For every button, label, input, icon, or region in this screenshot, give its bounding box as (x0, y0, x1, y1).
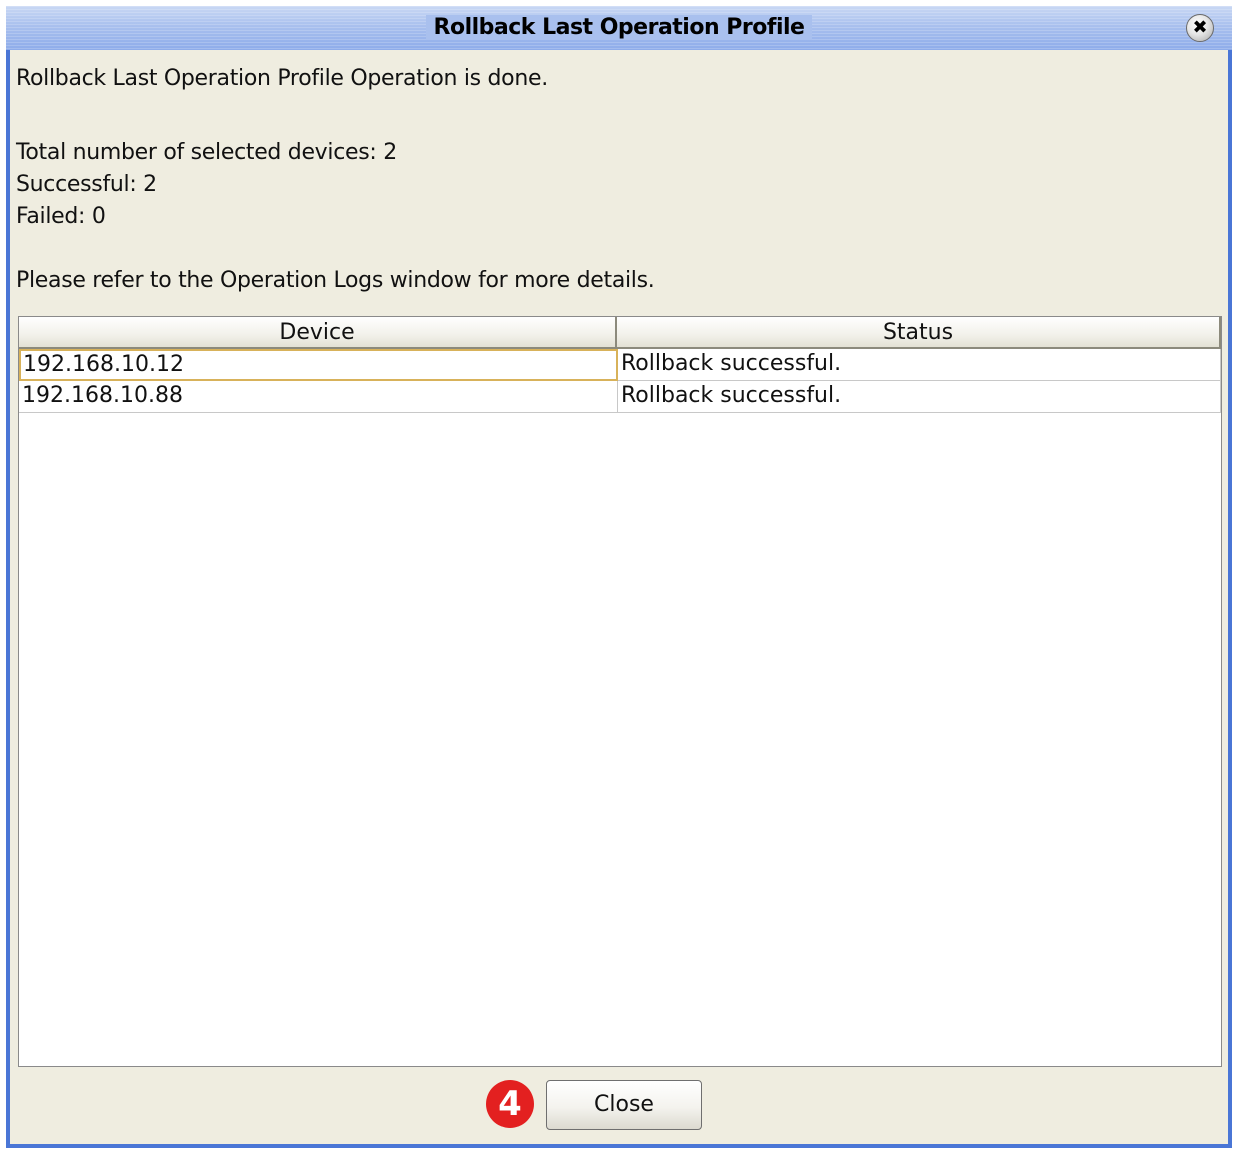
dialog-title: Rollback Last Operation Profile (6, 15, 1232, 40)
result-message: Rollback Last Operation Profile Operatio… (16, 66, 548, 91)
dialog-body: Rollback Last Operation Profile Operatio… (10, 50, 1228, 1144)
total-devices-text: Total number of selected devices: 2 (16, 140, 397, 165)
column-header-device[interactable]: Device (19, 317, 617, 349)
results-table[interactable]: Device Status 192.168.10.12 Rollback suc… (18, 316, 1222, 1067)
device-cell[interactable]: 192.168.10.12 (19, 349, 618, 381)
close-icon[interactable]: ✖ (1186, 14, 1214, 42)
refer-logs-text: Please refer to the Operation Logs windo… (16, 268, 655, 293)
callout-number-badge: 4 (486, 1080, 534, 1128)
device-cell[interactable]: 192.168.10.88 (19, 381, 618, 413)
failed-count-text: Failed: 0 (16, 204, 106, 229)
successful-count-text: Successful: 2 (16, 172, 157, 197)
status-cell[interactable]: Rollback successful. (618, 381, 1221, 413)
status-cell[interactable]: Rollback successful. (618, 349, 1221, 381)
table-row[interactable]: 192.168.10.88 Rollback successful. (19, 381, 1221, 413)
close-button[interactable]: Close (546, 1080, 702, 1130)
title-bar[interactable]: Rollback Last Operation Profile ✖ (6, 6, 1232, 50)
column-header-status[interactable]: Status (617, 317, 1221, 349)
dialog-window: Rollback Last Operation Profile ✖ Rollba… (6, 6, 1232, 1148)
table-row[interactable]: 192.168.10.12 Rollback successful. (19, 349, 1221, 381)
